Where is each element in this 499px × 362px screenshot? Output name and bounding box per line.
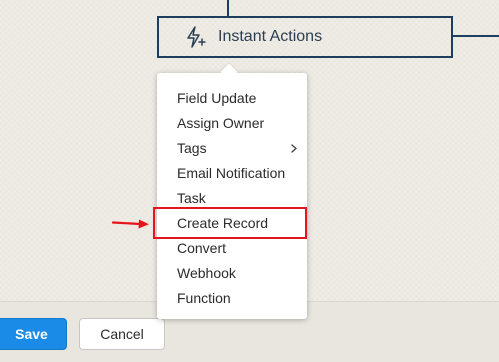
lightning-plus-icon: [184, 25, 208, 49]
menu-item-label: Webhook: [177, 265, 236, 281]
cancel-button[interactable]: Cancel: [79, 318, 165, 350]
menu-item-label: Convert: [177, 240, 227, 256]
menu-item-label: Task: [177, 190, 206, 206]
menu-item-label: Tags: [177, 140, 207, 156]
menu-item-label: Function: [177, 290, 231, 306]
connector-line-right: [453, 35, 499, 37]
menu-item-assign-owner[interactable]: Assign Owner: [157, 111, 307, 136]
annotation-arrow-icon: [111, 217, 150, 235]
actions-menu: Field Update Assign Owner Tags Email Not…: [157, 73, 307, 319]
save-button[interactable]: Save: [0, 318, 67, 350]
menu-item-label: Field Update: [177, 90, 257, 106]
menu-item-convert[interactable]: Convert: [157, 236, 307, 261]
instant-actions-node[interactable]: Instant Actions: [157, 16, 453, 58]
menu-item-label: Assign Owner: [177, 115, 265, 131]
menu-item-email-notification[interactable]: Email Notification: [157, 161, 307, 186]
connector-line-top: [227, 0, 229, 16]
menu-item-label: Email Notification: [177, 165, 286, 181]
menu-item-field-update[interactable]: Field Update: [157, 86, 307, 111]
menu-item-function[interactable]: Function: [157, 286, 307, 311]
menu-item-tags[interactable]: Tags: [157, 136, 307, 161]
menu-item-webhook[interactable]: Webhook: [157, 261, 307, 286]
annotation-highlight-box: [153, 207, 307, 239]
node-label: Instant Actions: [218, 28, 323, 45]
